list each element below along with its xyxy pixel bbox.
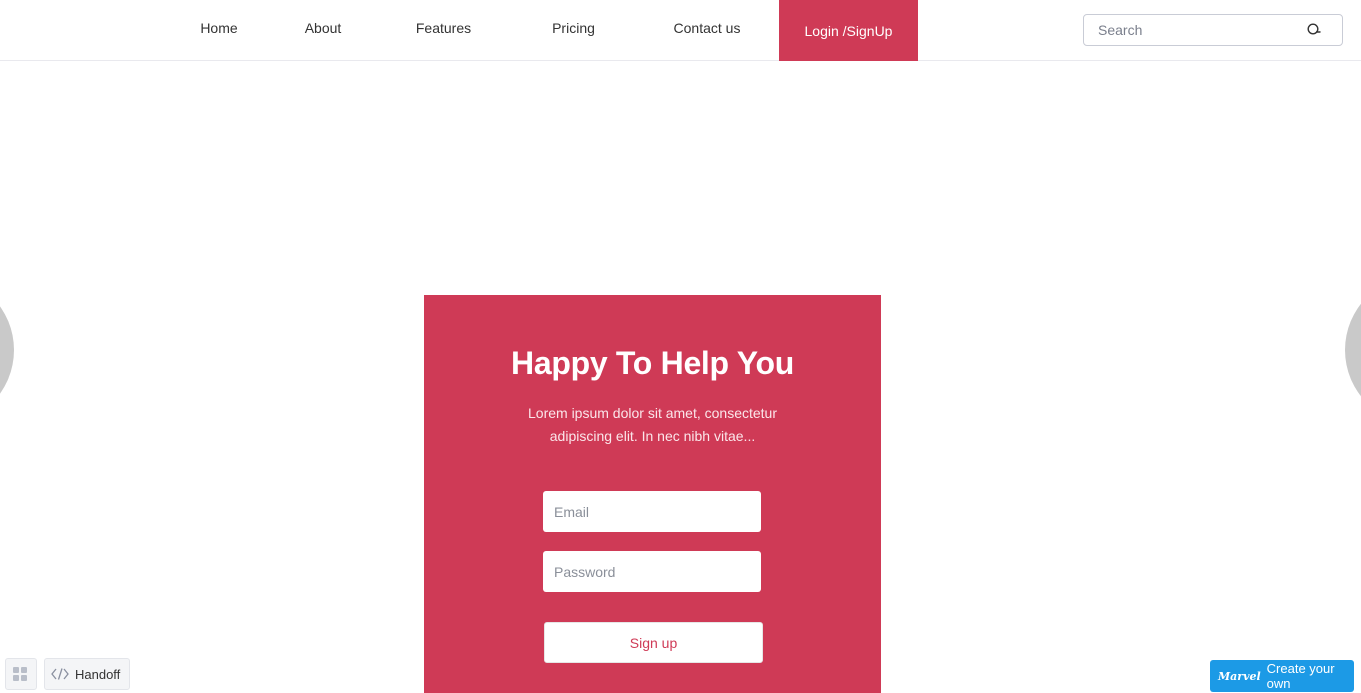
card-title: Happy To Help You <box>511 345 794 381</box>
create-your-own-label: Create your own <box>1266 661 1335 691</box>
search-input[interactable] <box>1084 15 1300 45</box>
nav-about[interactable]: About <box>294 0 352 55</box>
search-icon[interactable] <box>1306 22 1322 38</box>
code-icon <box>51 668 69 680</box>
card-description: Lorem ipsum dolor sit amet, consectetur … <box>522 402 783 448</box>
create-your-own-button[interactable]: Marvel Create your own <box>1210 660 1354 692</box>
carousel-next-control[interactable] <box>1345 275 1361 425</box>
handoff-button[interactable]: Handoff <box>44 658 130 690</box>
marvel-logo: Marvel <box>1218 669 1261 683</box>
nav-pricing[interactable]: Pricing <box>541 0 606 55</box>
grid-icon[interactable] <box>5 658 37 690</box>
search-box <box>1083 14 1343 46</box>
page: Home About Features Pricing Contact us L… <box>0 0 1361 693</box>
top-navigation: Home About Features Pricing Contact us L… <box>0 0 1361 61</box>
signup-card: Happy To Help You Lorem ipsum dolor sit … <box>424 295 881 693</box>
password-field[interactable] <box>543 551 761 592</box>
sign-up-button[interactable]: Sign up <box>544 622 763 663</box>
card-description-line-2: adipiscing elit. In nec nibh vitae... <box>549 428 756 444</box>
nav-home[interactable]: Home <box>190 0 248 55</box>
nav-contact-us[interactable]: Contact us <box>665 0 749 55</box>
card-description-line-1: Lorem ipsum dolor sit amet, consectetur <box>528 405 777 421</box>
login-signup-button[interactable]: Login /SignUp <box>779 0 918 61</box>
handoff-label: Handoff <box>75 666 121 682</box>
email-field[interactable] <box>543 491 761 532</box>
nav-features[interactable]: Features <box>406 0 481 55</box>
carousel-previous-control[interactable] <box>0 275 14 425</box>
